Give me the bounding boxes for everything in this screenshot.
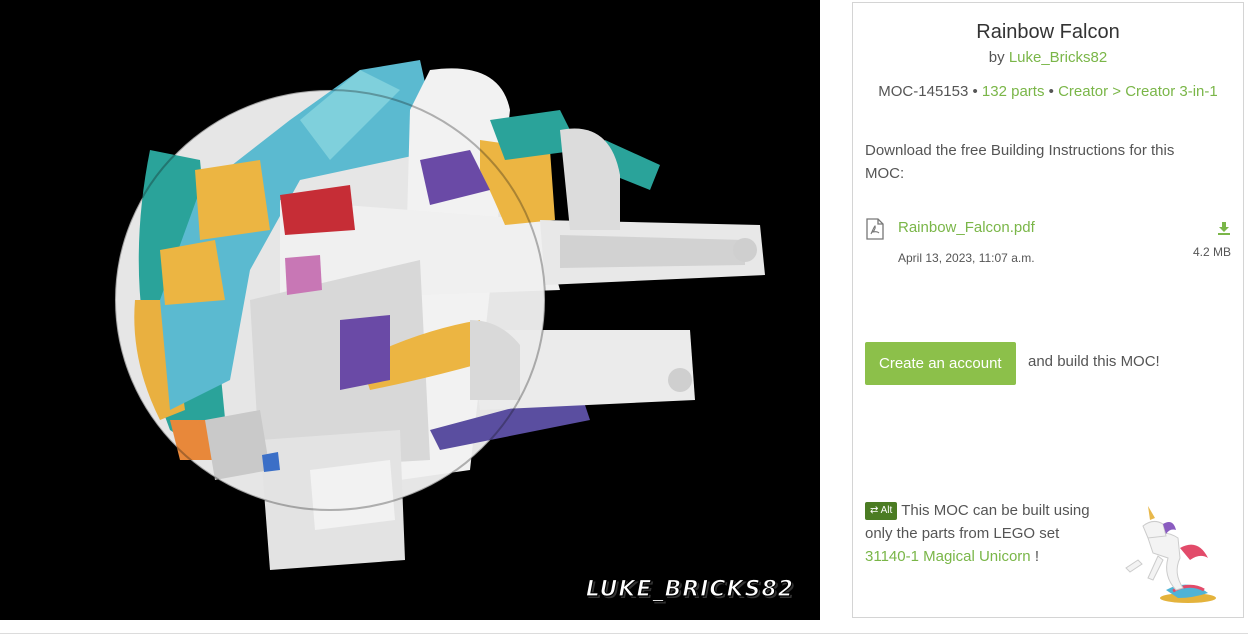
category-link[interactable]: Creator > Creator 3-in-1 xyxy=(1058,83,1218,100)
lego-set-link[interactable]: 31140-1 Magical Unicorn xyxy=(865,548,1031,565)
file-size: 4.2 MB xyxy=(1192,245,1231,259)
create-account-button[interactable]: Create an account xyxy=(865,342,1016,385)
alt-build-note: ⇄ Alt This MOC can be built using only t… xyxy=(865,499,1105,568)
swap-icon: ⇄ xyxy=(870,505,879,516)
alt-text-end: ! xyxy=(1034,548,1039,565)
meta-separator: • xyxy=(1048,83,1054,100)
author-link[interactable]: Luke_Bricks82 xyxy=(1009,49,1107,66)
file-date: April 13, 2023, 11:07 a.m. xyxy=(898,251,1035,265)
alt-text: This MOC can be built using only the par… xyxy=(865,502,1090,542)
falcon-model-illustration xyxy=(114,60,765,570)
download-icon[interactable] xyxy=(1217,221,1231,240)
moc-meta: MOC-145153 • 132 parts • Creator > Creat… xyxy=(853,83,1243,100)
lego-set-image[interactable] xyxy=(1118,498,1228,613)
author-watermark: LUKE_BRICKS82 xyxy=(585,576,794,602)
moc-title: Rainbow Falcon xyxy=(976,21,1120,43)
pdf-file-icon xyxy=(865,218,885,245)
alt-badge: ⇄ Alt xyxy=(865,502,898,520)
byline: by Luke_Bricks82 xyxy=(853,49,1243,66)
meta-separator: • xyxy=(972,83,978,100)
moc-info-panel: Rainbow Falcon by Luke_Bricks82 MOC-1451… xyxy=(852,2,1244,618)
by-prefix: by xyxy=(988,49,1005,66)
create-account-text: and build this MOC! xyxy=(1028,353,1160,370)
pdf-download-link[interactable]: Rainbow_Falcon.pdf xyxy=(898,219,1035,236)
page-divider xyxy=(0,633,1248,634)
moc-image[interactable]: LUKE_BRICKS82 xyxy=(0,0,820,620)
moc-id: MOC-145153 xyxy=(878,83,969,100)
alt-badge-label: Alt xyxy=(880,505,893,516)
download-intro: Download the free Building Instructions … xyxy=(865,142,1175,182)
parts-link[interactable]: 132 parts xyxy=(982,83,1045,100)
